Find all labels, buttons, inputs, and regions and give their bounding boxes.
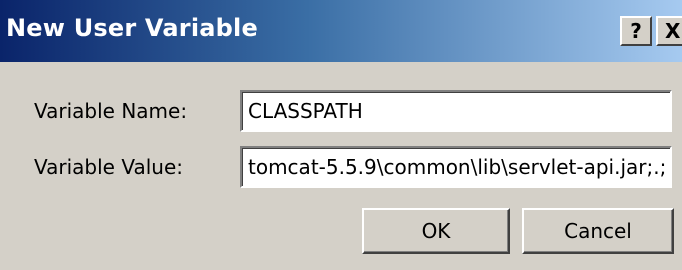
help-button[interactable]: ? [620, 16, 652, 46]
title-bar[interactable]: New User Variable ? X [0, 0, 682, 62]
close-button[interactable]: X [656, 16, 682, 46]
variable-value-label: Variable Value: [34, 155, 183, 179]
variable-name-label: Variable Name: [34, 99, 188, 123]
variable-name-input[interactable]: CLASSPATH [240, 90, 672, 132]
window-title: New User Variable [6, 14, 258, 42]
variable-value-input[interactable]: tomcat-5.5.9\common\lib\servlet-api.jar;… [240, 146, 672, 188]
cancel-button[interactable]: Cancel [522, 208, 674, 254]
new-user-variable-dialog: New User Variable ? X Variable Name: CLA… [0, 0, 682, 270]
ok-button[interactable]: OK [362, 208, 510, 254]
